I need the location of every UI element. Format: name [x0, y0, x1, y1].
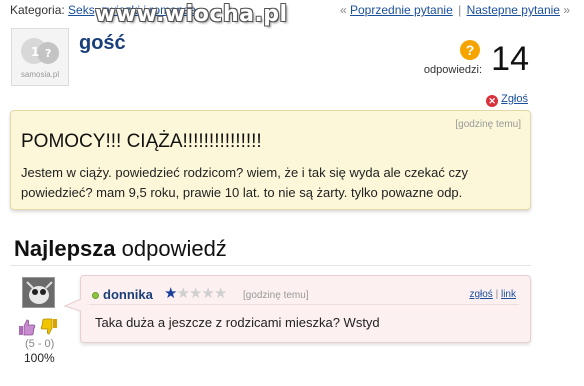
- divider: [10, 265, 531, 266]
- thumbs-down-icon[interactable]: [40, 318, 58, 336]
- best-answer-heading-rest: odpowiedź: [115, 236, 227, 261]
- answer-permalink[interactable]: link: [501, 289, 516, 300]
- watermark: www.wiocha.pl: [95, 2, 288, 27]
- question-mark-icon: ?: [460, 40, 480, 60]
- answer-box: donnika ★★★★★ [godzinę temu] zgłoś | lin…: [64, 275, 531, 343]
- close-icon: ✕: [486, 95, 499, 107]
- report-link[interactable]: Zgłoś: [501, 93, 528, 105]
- svg-text:?: ?: [45, 47, 51, 60]
- question-box: [godzinę temu] POMOCY!!! CIĄŻA!!!!!!!!!!…: [10, 110, 531, 210]
- answers-count-label: odpowiedzi:: [423, 64, 482, 76]
- star-empty-icon: ★: [176, 285, 189, 302]
- star-empty-icon: ★: [201, 285, 214, 302]
- vote-percent: 100%: [24, 351, 55, 365]
- answer-author[interactable]: donnika: [103, 287, 153, 302]
- answer-tail-icon: [64, 297, 84, 313]
- star-empty-icon: ★: [213, 285, 227, 302]
- avatar-logo-text: samosia.pl: [20, 70, 60, 79]
- question-author[interactable]: gość: [79, 32, 126, 55]
- answer-text: Taka duża a jeszcze z rodzicami mieszka?…: [95, 315, 380, 330]
- svg-text:1: 1: [31, 45, 39, 59]
- answer-links: zgłoś | link: [469, 289, 516, 300]
- next-question-link[interactable]: Nastepne pytanie: [467, 3, 560, 17]
- report-question[interactable]: ✕ Zgłoś: [486, 93, 528, 107]
- online-status-icon: [92, 292, 99, 299]
- star-empty-icon: ★: [188, 285, 202, 302]
- next-arrow-icon: »: [563, 3, 570, 17]
- question-avatar: 1 ? samosia.pl: [11, 28, 69, 86]
- answer-avatar[interactable]: [22, 277, 55, 308]
- best-answer-heading-bold: Najlepsza: [14, 236, 116, 261]
- star-filled-icon: ★: [164, 285, 177, 302]
- category-label: Kategoria:: [10, 3, 65, 17]
- avatar-image: [23, 278, 54, 307]
- thumbs-up-icon[interactable]: [18, 318, 36, 336]
- vote-count: (5 - 0): [25, 338, 55, 350]
- report-answer-link[interactable]: zgłoś: [469, 289, 492, 300]
- previous-question-link[interactable]: Poprzednie pytanie: [350, 3, 453, 17]
- best-answer-heading: Najlepsza odpowiedź: [14, 236, 227, 262]
- prev-arrow-icon: «: [339, 3, 347, 17]
- links-separator: |: [495, 289, 499, 300]
- question-time: [godzinę temu]: [455, 119, 521, 130]
- question-title: POMOCY!!! CIĄŻA!!!!!!!!!!!!!!!: [21, 131, 262, 152]
- rating-stars: ★★★★★: [164, 285, 227, 303]
- answer-time: [godzinę temu]: [243, 290, 309, 301]
- nav-separator: |: [458, 3, 462, 17]
- question-navigation: « Poprzednie pytanie | Nastepne pytanie …: [340, 3, 570, 17]
- answer-header-separator: [89, 304, 519, 305]
- question-body: Jestem w ciąży. powiedzieć rodzicom? wie…: [21, 165, 468, 200]
- answers-count: 14: [491, 40, 529, 78]
